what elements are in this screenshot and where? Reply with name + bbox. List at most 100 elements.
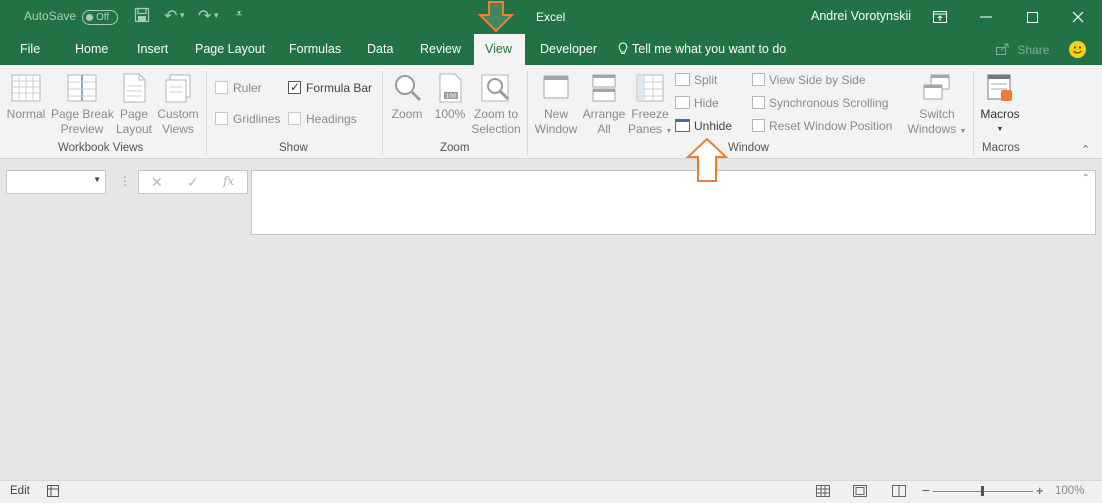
custom-views-button[interactable]: Custom Views [156,72,200,137]
reset-window-position-button[interactable]: Reset Window Position [752,117,892,135]
zoom-100-button[interactable]: 100 100% [432,72,468,122]
zoom-slider[interactable] [933,486,1033,496]
ruler-checkbox[interactable]: Ruler [215,79,262,97]
minimize-icon[interactable] [963,0,1009,34]
page-layout-view-button[interactable]: Page Layout [115,72,153,137]
formula-bar-checkbox[interactable]: Formula Bar [288,78,373,97]
user-name[interactable]: Andrei Vorotynskii [811,9,911,23]
unhide-icon [675,119,690,132]
page-layout-status-icon[interactable] [853,485,867,500]
macros-button[interactable]: Macros ▼ [978,72,1022,137]
arrange-all-icon [588,72,620,104]
cancel-icon[interactable]: ✕ [151,174,163,191]
view-side-by-side-button[interactable]: View Side by Side [752,71,866,89]
insert-function-icon[interactable]: fx [223,174,234,188]
switch-windows-button[interactable]: Switch Windows ▼ [906,72,968,139]
excel-window: { "app": {"title": "Excel", "user": "And… [0,0,1102,503]
synchronous-scrolling-button[interactable]: Synchronous Scrolling [752,94,888,112]
formula-bar-checkbox-box [288,78,301,96]
zoom-level[interactable]: 100% [1055,485,1084,497]
unhide-button[interactable]: Unhide [675,117,732,135]
page-break-status-icon[interactable] [892,485,906,500]
chevron-down-icon[interactable]: ▼ [93,175,101,184]
zoom-selection-label-1: Zoom to [473,107,518,121]
group-divider [973,71,974,155]
zoom-label: Zoom [391,107,423,121]
cell-mode: Edit [10,485,30,497]
collapse-ribbon-icon[interactable]: ⌃ [1081,143,1090,156]
switch-windows-label-1: Switch [919,107,955,121]
save-icon[interactable] [134,7,150,27]
maximize-icon[interactable] [1009,0,1055,34]
chevron-down-icon: ▼ [665,128,673,135]
arrange-all-label-2: All [597,122,611,136]
tab-page-layout[interactable]: Page Layout [189,34,271,65]
zoom-out-icon[interactable]: − [922,483,930,498]
name-box[interactable]: ▼ [6,170,106,194]
redo-dropdown-icon[interactable]: ▾ [214,10,219,21]
zoom-100-label: 100% [434,107,466,121]
page-break-preview-button[interactable]: Page Break Preview [51,72,114,137]
split-button[interactable]: Split [675,71,717,89]
magnifier-icon [391,72,423,104]
redo-icon[interactable]: ↷ [198,6,211,26]
reset-position-icon [752,119,765,132]
custom-views-label-2: Views [162,122,194,136]
formula-bar-grip-icon[interactable]: ⋮ [119,174,131,188]
hide-button[interactable]: Hide [675,94,719,112]
new-window-button[interactable]: New Window [532,72,580,137]
ribbon-display-options-icon[interactable] [917,0,963,34]
tab-formulas[interactable]: Formulas [283,34,347,65]
tab-data[interactable]: Data [361,34,399,65]
undo-dropdown-icon[interactable]: ▾ [180,10,185,21]
macros-group-label: Macros [982,142,1020,154]
feedback-smiley-icon[interactable] [1069,41,1086,58]
arrange-all-button[interactable]: Arrange All [580,72,628,137]
close-icon[interactable] [1055,0,1101,34]
headings-label: Headings [306,112,357,126]
arrange-all-label-1: Arrange [582,107,626,121]
tab-review[interactable]: Review [414,34,467,65]
customize-qat-icon[interactable]: ⩡ [236,8,242,21]
formula-bar-label: Formula Bar [306,81,373,95]
zoom-to-selection-button[interactable]: Zoom to Selection [470,72,522,137]
unhide-label: Unhide [694,119,733,133]
custom-views-label-1: Custom [157,107,199,121]
freeze-panes-button[interactable]: Freeze Panes ▼ [628,72,672,139]
normal-view-button[interactable]: Normal [6,72,46,122]
tell-me-search[interactable]: Tell me what you want to do [618,34,786,65]
zoom-group-label: Zoom [440,142,470,154]
page-break-label-2: Preview [60,122,104,136]
zoom-slider-thumb[interactable] [981,486,984,496]
hide-label: Hide [694,96,719,110]
tab-developer[interactable]: Developer [534,34,603,65]
headings-checkbox-box [288,112,301,125]
macro-recording-icon[interactable] [47,485,61,501]
gridlines-checkbox[interactable]: Gridlines [215,110,280,128]
collapse-formula-bar-icon[interactable]: ⌃ [1082,173,1090,184]
normal-view-status-icon[interactable] [816,485,830,500]
tab-file[interactable]: File [14,34,46,65]
undo-icon[interactable]: ↶ [164,6,177,26]
zoom-in-icon[interactable]: + [1036,483,1044,498]
enter-check-icon[interactable]: ✓ [187,174,199,191]
gridlines-label: Gridlines [233,112,281,126]
zoom-selection-icon [480,72,512,104]
share-button[interactable]: Share [996,43,1049,57]
share-label: Share [1017,43,1050,57]
tab-view[interactable]: View [474,34,525,65]
headings-checkbox[interactable]: Headings [288,110,357,128]
tell-me-text: Tell me what you want to do [632,42,787,56]
autosave-toggle[interactable]: Off [82,10,118,25]
page-layout-icon [118,72,150,104]
page-layout-label-2: Layout [115,122,153,136]
tab-insert[interactable]: Insert [131,34,174,65]
zoom-button[interactable]: Zoom [388,72,426,122]
page-layout-label-1: Page [119,107,149,121]
window-title: Excel [536,10,566,24]
ruler-checkbox-box [215,81,228,94]
formula-input[interactable]: ⌃ [251,170,1096,235]
new-window-icon [540,72,572,104]
tab-home[interactable]: Home [69,34,114,65]
svg-text:100: 100 [445,93,457,100]
